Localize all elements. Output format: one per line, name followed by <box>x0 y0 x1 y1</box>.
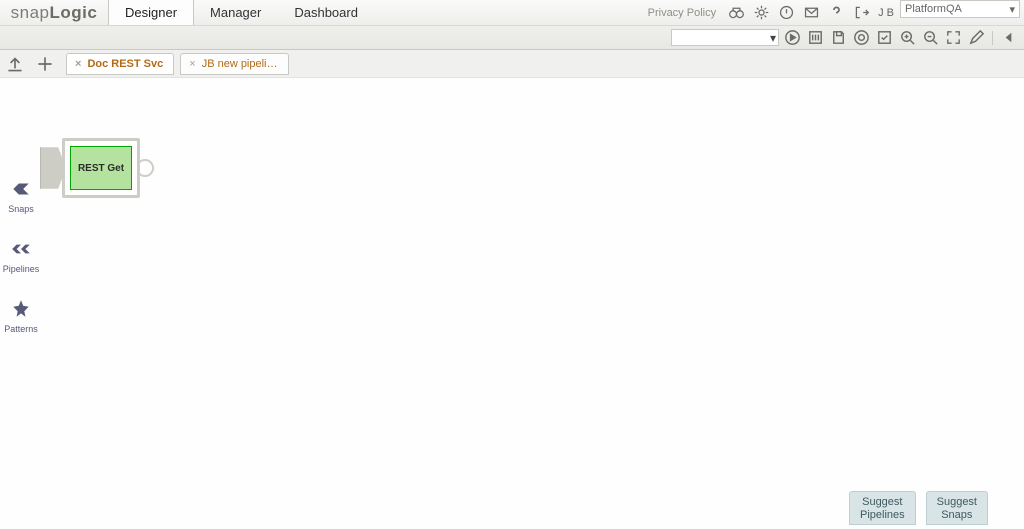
settings-gear-icon[interactable] <box>852 28 871 47</box>
logo-plain: snap <box>11 3 50 23</box>
sidebar-label: Patterns <box>4 324 38 334</box>
snap-label: REST Get <box>78 163 124 174</box>
alert-icon[interactable] <box>778 4 795 21</box>
suggest-pipelines-button[interactable]: Suggest Pipelines <box>849 491 916 525</box>
logo-bold: Logic <box>50 3 98 23</box>
suggest-snaps-button[interactable]: Suggest Snaps <box>926 491 988 525</box>
quick-search[interactable]: ▾ <box>671 29 779 46</box>
sidebar-patterns[interactable]: Patterns <box>4 298 38 334</box>
tab-label: Doc REST Svc <box>87 58 163 70</box>
sidebar-pipelines[interactable]: Pipelines <box>3 238 40 274</box>
pipeline-tab-0[interactable]: × Doc REST Svc <box>66 53 174 75</box>
binoculars-icon[interactable] <box>728 4 745 21</box>
gear-icon[interactable] <box>753 4 770 21</box>
close-icon[interactable]: × <box>189 58 195 70</box>
sidebar-snaps[interactable]: Snaps <box>8 178 34 214</box>
mail-icon[interactable] <box>803 4 820 21</box>
play-icon[interactable] <box>783 28 802 47</box>
binary-icon[interactable] <box>806 28 825 47</box>
snap-node-rest-get[interactable]: REST Get <box>40 138 154 198</box>
patterns-icon <box>10 298 32 320</box>
sidebar-label: Snaps <box>8 204 34 214</box>
org-select-value: PlatformQA <box>905 3 962 15</box>
save-icon[interactable] <box>829 28 848 47</box>
help-icon[interactable] <box>828 4 845 21</box>
edit-icon[interactable] <box>967 28 986 47</box>
user-initials: J B <box>876 0 896 25</box>
add-tab-icon[interactable] <box>34 53 56 75</box>
secondary-toolbar: ▾ <box>0 26 1024 50</box>
collapse-icon[interactable] <box>999 28 1018 47</box>
pipelines-icon <box>10 238 32 260</box>
chevron-down-icon: ▾ <box>1009 3 1015 16</box>
sidebar-label: Pipelines <box>3 264 40 274</box>
fit-icon[interactable] <box>944 28 963 47</box>
menu-designer[interactable]: Designer <box>108 0 194 25</box>
chevron-down-icon: ▾ <box>770 31 776 45</box>
checklist-icon[interactable] <box>875 28 894 47</box>
close-icon[interactable]: × <box>75 58 81 70</box>
zoom-in-icon[interactable] <box>898 28 917 47</box>
menu-manager[interactable]: Manager <box>194 0 278 25</box>
snaps-icon <box>10 178 32 200</box>
toolbar-sep <box>992 31 993 45</box>
tab-label: JB new pipeli… <box>202 58 278 70</box>
logout-icon[interactable] <box>853 4 870 21</box>
upload-icon[interactable] <box>4 53 26 75</box>
org-select[interactable]: PlatformQA ▾ <box>900 0 1020 18</box>
privacy-policy-link[interactable]: Privacy Policy <box>642 0 722 25</box>
snap-body[interactable]: REST Get <box>62 138 140 198</box>
logo: snapLogic <box>0 0 108 25</box>
pipeline-tab-1[interactable]: × JB new pipeli… <box>180 53 288 75</box>
canvas[interactable]: Snaps Pipelines Patterns REST Get Sugges… <box>0 78 1024 529</box>
zoom-out-icon[interactable] <box>921 28 940 47</box>
menu-dashboard[interactable]: Dashboard <box>278 0 375 25</box>
